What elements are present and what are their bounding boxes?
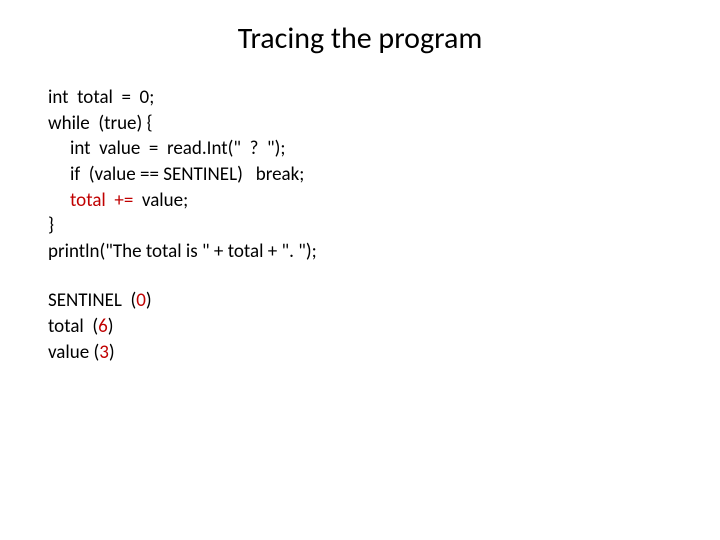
code-line-1: int total = 0; bbox=[48, 85, 672, 111]
var-total-label: total ( bbox=[48, 315, 98, 338]
code-line-5: total += value; bbox=[48, 188, 672, 214]
var-sentinel-close: ) bbox=[146, 289, 152, 312]
var-value-value: 3 bbox=[99, 341, 109, 364]
code-line-3: int value = read.Int(" ? "); bbox=[48, 136, 672, 162]
var-total: total (6) bbox=[48, 314, 672, 340]
slide-title: Tracing the program bbox=[48, 20, 672, 57]
var-value-label: value ( bbox=[48, 341, 99, 364]
code-line-7: println("The total is " + total + ". "); bbox=[48, 239, 672, 265]
var-sentinel: SENTINEL (0) bbox=[48, 288, 672, 314]
code-value-keyword: value; bbox=[138, 189, 189, 212]
code-line-6: } bbox=[48, 213, 672, 239]
var-value-close: ) bbox=[109, 341, 115, 364]
variables-block: SENTINEL (0) total (6) value (3) bbox=[48, 288, 672, 365]
var-total-value: 6 bbox=[98, 315, 108, 338]
code-block: int total = 0; while (true) { int value … bbox=[48, 85, 672, 264]
code-line-4: if (value == SENTINEL) break; bbox=[48, 162, 672, 188]
var-sentinel-value: 0 bbox=[136, 289, 146, 312]
code-line-2: while (true) { bbox=[48, 111, 672, 137]
var-value: value (3) bbox=[48, 340, 672, 366]
var-sentinel-label: SENTINEL ( bbox=[48, 289, 136, 312]
code-total-keyword: total += bbox=[70, 189, 138, 212]
var-total-close: ) bbox=[108, 315, 114, 338]
